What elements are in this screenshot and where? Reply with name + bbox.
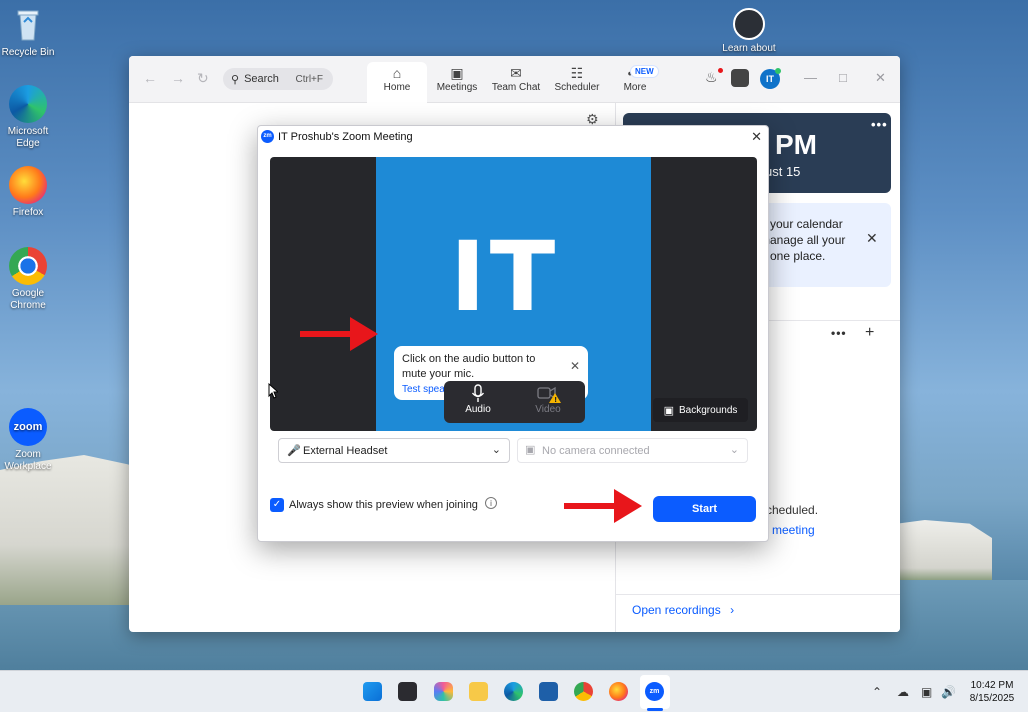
video-camera-icon: ▣: [450, 65, 464, 81]
divider: [616, 594, 900, 595]
desktop-icon-firefox[interactable]: Firefox: [0, 166, 58, 219]
microphone-icon: 🎤: [287, 445, 301, 457]
zoom-top-bar: ← → ↻ ⚲ Search Ctrl+F ⌂ Home ▣ Meetings …: [129, 56, 900, 103]
dialog-close-icon[interactable]: ✕: [751, 129, 762, 145]
info-icon[interactable]: i: [485, 497, 497, 509]
file-explorer-icon[interactable]: [469, 682, 488, 701]
desktop-icon-learn-about[interactable]: Learn about: [718, 8, 780, 55]
chevron-down-icon: ⌄: [729, 444, 739, 456]
schedule-meeting-link[interactable]: meeting: [772, 523, 815, 537]
video-preview: IT Click on the audio button to mute you…: [270, 157, 757, 431]
start-windows-icon[interactable]: [363, 682, 382, 701]
svg-text:!: !: [554, 396, 557, 404]
tooltip-close-icon[interactable]: ✕: [570, 359, 580, 374]
maximize-icon[interactable]: □: [839, 70, 847, 85]
camera-select[interactable]: ▣ No camera connected ⌄: [517, 438, 748, 463]
zoom-logo-icon: zm: [261, 130, 274, 143]
task-view-icon[interactable]: [398, 682, 417, 701]
meetings-more-icon[interactable]: •••: [831, 326, 847, 340]
always-show-preview-label: Always show this preview when joining: [289, 499, 478, 511]
chevron-up-icon[interactable]: ⌃: [872, 685, 882, 699]
dialog-title-bar: zm IT Proshub's Zoom Meeting ✕: [258, 126, 768, 148]
network-off-icon[interactable]: ☁: [897, 685, 909, 699]
edge-icon: [9, 85, 47, 123]
display-icon[interactable]: ▣: [921, 685, 932, 699]
forward-arrow-icon[interactable]: →: [171, 70, 185, 86]
desktop-icon-recycle-bin[interactable]: Recycle Bin: [0, 6, 58, 59]
microphone-icon: [471, 384, 485, 402]
zoom-app-icon: zoom: [9, 408, 47, 446]
add-meeting-icon[interactable]: +: [865, 324, 874, 342]
chevron-right-icon: ›: [730, 603, 735, 617]
new-badge: NEW: [630, 65, 659, 78]
tab-home[interactable]: ⌂ Home: [367, 62, 427, 103]
taskbar-clock[interactable]: 10:42 PM 8/15/2025: [966, 679, 1018, 705]
chrome-icon[interactable]: [574, 682, 593, 701]
open-recordings-link[interactable]: Open recordings ›: [632, 603, 734, 617]
mouse-cursor: [268, 383, 278, 399]
background-image-icon: ▣: [663, 404, 675, 417]
always-show-preview-checkbox[interactable]: ✓: [270, 498, 284, 512]
audio-button[interactable]: Audio: [454, 384, 502, 415]
gift-icon[interactable]: [731, 69, 749, 87]
desktop-icon-zoom[interactable]: zoom Zoom Workplace: [0, 408, 58, 473]
presence-dot: [775, 68, 781, 74]
video-off-icon: !: [537, 386, 561, 404]
start-button[interactable]: Start: [653, 496, 756, 522]
zoom-taskbar-icon[interactable]: zm: [645, 682, 664, 701]
edge-icon[interactable]: [504, 682, 523, 701]
meeting-preview-dialog: zm IT Proshub's Zoom Meeting ✕ IT Click …: [257, 125, 769, 542]
desktop-wallpaper-cliff: [0, 455, 140, 605]
search-shortcut: Ctrl+F: [295, 73, 324, 85]
backgrounds-button[interactable]: ▣ Backgrounds: [653, 398, 748, 422]
desktop-icon-chrome[interactable]: Google Chrome: [0, 247, 58, 312]
video-button[interactable]: ! Video: [524, 384, 572, 415]
no-meetings-text: cheduled.: [766, 503, 819, 517]
tab-meetings[interactable]: ▣ Meetings: [427, 62, 487, 103]
more-options-icon[interactable]: •••: [871, 117, 888, 132]
chrome-icon: [9, 247, 47, 285]
calendar-icon: ☷: [570, 65, 584, 81]
history-icon[interactable]: ↻: [197, 70, 209, 87]
dialog-title: IT Proshub's Zoom Meeting: [278, 131, 413, 143]
copilot-icon[interactable]: [434, 682, 453, 701]
chat-icon: ✉: [510, 65, 522, 81]
audio-video-controls: Audio ! Video: [444, 381, 585, 423]
microphone-select[interactable]: 🎤 External Headset ⌄: [278, 438, 510, 463]
close-icon[interactable]: ✕: [875, 70, 886, 86]
chevron-down-icon: ⌄: [491, 444, 501, 456]
store-icon[interactable]: [539, 682, 558, 701]
recycle-bin-icon: [17, 10, 39, 41]
search-box[interactable]: ⚲ Search Ctrl+F: [223, 68, 333, 90]
red-arrow-annotation-start: [564, 489, 642, 523]
learn-about-icon: [733, 8, 765, 40]
taskbar: zm ⌃ ☁ ▣ 🔊 10:42 PM 8/15/2025: [0, 670, 1028, 712]
video-logo-text: IT: [450, 221, 560, 333]
clock-date: ust 15: [765, 164, 801, 179]
minimize-icon[interactable]: —: [804, 70, 817, 85]
tab-team-chat[interactable]: ✉ Team Chat: [486, 62, 546, 103]
red-arrow-annotation: [300, 317, 378, 351]
notification-dot: [718, 68, 723, 73]
search-icon: ⚲: [231, 73, 240, 86]
clock-time: PM: [775, 129, 817, 160]
close-icon[interactable]: ✕: [866, 230, 878, 246]
volume-icon[interactable]: 🔊: [941, 685, 956, 699]
bell-icon[interactable]: ♨: [705, 69, 718, 86]
firefox-icon[interactable]: [609, 682, 628, 701]
desktop-icon-edge[interactable]: Microsoft Edge: [0, 85, 58, 150]
home-icon: ⌂: [392, 65, 402, 81]
tab-scheduler[interactable]: ☷ Scheduler: [547, 62, 607, 103]
back-arrow-icon[interactable]: ←: [143, 70, 157, 86]
camera-icon: ▣: [525, 444, 536, 456]
active-app-indicator: [647, 708, 663, 711]
firefox-icon: [9, 166, 47, 204]
